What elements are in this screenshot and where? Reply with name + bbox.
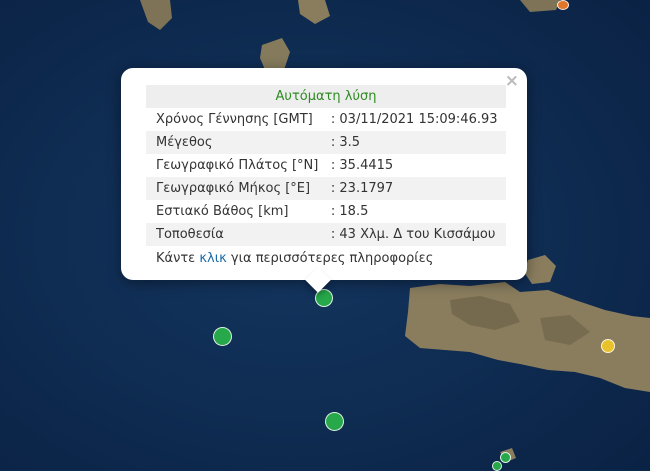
table-row: Γεωγραφικό Πλάτος [°N] : 35.4415 — [146, 154, 506, 177]
earthquake-marker[interactable] — [325, 412, 344, 431]
more-info-link[interactable]: κλικ — [199, 251, 226, 266]
earthquake-marker[interactable] — [500, 452, 511, 463]
longitude-value: : 23.1797 — [326, 177, 506, 200]
table-row: Χρόνος Γέννησης [GMT] : 03/11/2021 15:09… — [146, 108, 506, 131]
magnitude-label: Μέγεθος — [146, 131, 327, 154]
origin-time-value: : 03/11/2021 15:09:46.93 — [326, 108, 506, 131]
more-info-prefix: Κάντε — [156, 251, 200, 266]
latitude-label: Γεωγραφικό Πλάτος [°N] — [146, 154, 327, 177]
earthquake-info-popup: × Αυτόματη λύση Χρόνος Γέννησης [GMT] : … — [121, 68, 527, 293]
table-row: Τοποθεσία : 43 Χλμ. Δ του Κισσάμου — [146, 223, 506, 246]
more-info-suffix: για περισσότερες πληροφορίες — [226, 251, 434, 266]
origin-time-label: Χρόνος Γέννησης [GMT] — [146, 108, 327, 131]
depth-value: : 18.5 — [326, 200, 506, 223]
longitude-label: Γεωγραφικό Μήκος [°E] — [146, 177, 327, 200]
popup-title-row: Αυτόματη λύση — [146, 85, 506, 108]
table-row: Εστιακό Βάθος [km] : 18.5 — [146, 200, 506, 223]
magnitude-value: : 3.5 — [326, 131, 506, 154]
latitude-value: : 35.4415 — [326, 154, 506, 177]
location-label: Τοποθεσία — [146, 223, 327, 246]
earthquake-marker[interactable] — [213, 327, 232, 346]
location-value: : 43 Χλμ. Δ του Κισσάμου — [326, 223, 506, 246]
earthquake-marker[interactable] — [557, 0, 569, 10]
more-info-text: Κάντε κλικ για περισσότερες πληροφορίες — [156, 249, 527, 269]
table-row: Γεωγραφικό Μήκος [°E] : 23.1797 — [146, 177, 506, 200]
close-icon[interactable]: × — [505, 72, 519, 90]
depth-label: Εστιακό Βάθος [km] — [146, 200, 327, 223]
popup-title: Αυτόματη λύση — [146, 85, 506, 108]
earthquake-marker[interactable] — [601, 339, 615, 353]
earthquake-info-table: Αυτόματη λύση Χρόνος Γέννησης [GMT] : 03… — [146, 85, 506, 246]
table-row: Μέγεθος : 3.5 — [146, 131, 506, 154]
